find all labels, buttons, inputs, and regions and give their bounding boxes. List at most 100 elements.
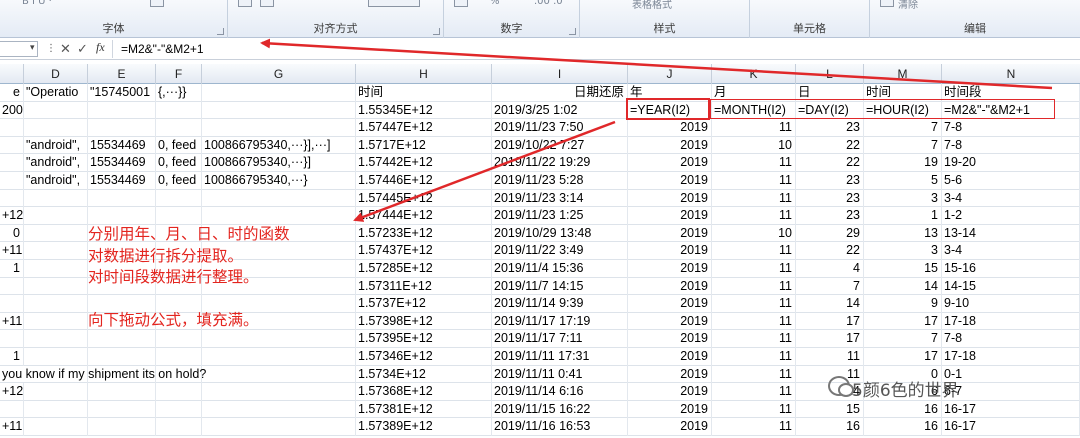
cell-l[interactable]: 4 bbox=[796, 260, 864, 278]
cell-i[interactable]: 2019/11/23 7:50 bbox=[492, 119, 628, 137]
cell-c[interactable]: 200 bbox=[0, 101, 24, 120]
cell-n[interactable]: 6-7 bbox=[942, 383, 1080, 401]
cell-d[interactable] bbox=[24, 312, 88, 331]
column-header-L[interactable]: L bbox=[796, 64, 864, 84]
cell-m[interactable]: 19 bbox=[864, 154, 942, 172]
cell-m[interactable]: 17 bbox=[864, 312, 942, 331]
cell-h[interactable]: 1.57447E+12 bbox=[356, 119, 492, 137]
cell-m[interactable]: 5 bbox=[864, 172, 942, 190]
cell-h[interactable]: 1.5734E+12 bbox=[356, 365, 492, 384]
cell-i[interactable]: 2019/11/15 16:22 bbox=[492, 400, 628, 419]
cell-d[interactable] bbox=[24, 189, 88, 208]
number-dialog-launcher-icon[interactable] bbox=[569, 28, 576, 35]
cell-m[interactable]: 17 bbox=[864, 348, 942, 366]
cell-d[interactable] bbox=[24, 242, 88, 260]
font-dialog-launcher-icon[interactable] bbox=[217, 28, 224, 35]
cell-f[interactable] bbox=[156, 330, 202, 348]
cell-j[interactable]: 2019 bbox=[628, 312, 712, 331]
cell-h[interactable]: 1.57233E+12 bbox=[356, 224, 492, 243]
cell-j[interactable]: 2019 bbox=[628, 242, 712, 260]
cell-h[interactable]: 1.57445E+12 bbox=[356, 189, 492, 208]
cell-c[interactable]: +12 bbox=[0, 207, 24, 225]
cell-k[interactable]: 11 bbox=[712, 418, 796, 436]
clear-button[interactable]: 清除 bbox=[898, 0, 918, 11]
merge-center-icon[interactable] bbox=[368, 0, 420, 7]
cell-d[interactable] bbox=[24, 295, 88, 313]
cell-e[interactable] bbox=[88, 119, 156, 137]
cell-g[interactable] bbox=[202, 207, 356, 225]
cell-i[interactable]: 2019/11/17 7:11 bbox=[492, 330, 628, 348]
cell-c[interactable] bbox=[0, 189, 24, 208]
cell-i[interactable]: 2019/11/17 17:19 bbox=[492, 312, 628, 331]
cell-d[interactable]: "android", bbox=[24, 154, 88, 172]
cell-e[interactable] bbox=[88, 330, 156, 348]
decimal-icon[interactable]: .00 .0 bbox=[534, 0, 563, 7]
cell-k[interactable]: 11 bbox=[712, 172, 796, 190]
cell-h[interactable]: 1.57395E+12 bbox=[356, 330, 492, 348]
cell-g[interactable] bbox=[202, 418, 356, 436]
cell-h[interactable]: 1.57381E+12 bbox=[356, 400, 492, 419]
cell-h[interactable]: 1.5717E+12 bbox=[356, 136, 492, 155]
name-box-dropdown-icon[interactable]: ▾ bbox=[30, 42, 35, 53]
cell-c[interactable]: +11 bbox=[0, 242, 24, 260]
cell-e[interactable]: "15745001 bbox=[88, 84, 156, 102]
cell-k[interactable]: 11 bbox=[712, 189, 796, 208]
insert-function-button[interactable]: fx bbox=[96, 40, 105, 55]
cell-j[interactable]: 2019 bbox=[628, 224, 712, 243]
column-header-K[interactable]: K bbox=[712, 64, 796, 84]
column-header-N[interactable]: N bbox=[942, 64, 1080, 84]
cell-n[interactable]: 7-8 bbox=[942, 136, 1080, 155]
cell-e[interactable] bbox=[88, 207, 156, 225]
cell-e[interactable] bbox=[88, 101, 156, 120]
cell-i[interactable]: 2019/11/4 15:36 bbox=[492, 260, 628, 278]
cell-f[interactable] bbox=[156, 207, 202, 225]
cell-n[interactable]: 3-4 bbox=[942, 242, 1080, 260]
cell-i[interactable]: 2019/10/22 7:27 bbox=[492, 136, 628, 155]
cell-k[interactable]: 11 bbox=[712, 154, 796, 172]
enter-icon[interactable]: ✓ bbox=[77, 41, 88, 57]
alignment-dialog-launcher-icon[interactable] bbox=[433, 28, 440, 35]
cell-e[interactable] bbox=[88, 400, 156, 419]
cell-e[interactable]: 15534469 bbox=[88, 154, 156, 172]
column-header-F[interactable]: F bbox=[156, 64, 202, 84]
cell-n[interactable]: 7-8 bbox=[942, 119, 1080, 137]
cell-g[interactable] bbox=[202, 383, 356, 401]
cell-m[interactable]: 14 bbox=[864, 277, 942, 296]
cell-g[interactable] bbox=[202, 189, 356, 208]
cell-m[interactable]: 7 bbox=[864, 136, 942, 155]
cell-i[interactable]: 2019/11/23 1:25 bbox=[492, 207, 628, 225]
cell-c[interactable] bbox=[0, 400, 24, 419]
cell-g[interactable] bbox=[202, 330, 356, 348]
cell-l[interactable]: 23 bbox=[796, 189, 864, 208]
cell-n[interactable]: 19-20 bbox=[942, 154, 1080, 172]
cell-l[interactable]: 29 bbox=[796, 224, 864, 243]
cell-h[interactable]: 1.57442E+12 bbox=[356, 154, 492, 172]
column-header-I[interactable]: I bbox=[492, 64, 628, 84]
cell-n[interactable]: 15-16 bbox=[942, 260, 1080, 278]
cell-l[interactable]: 11 bbox=[796, 348, 864, 366]
cell-f[interactable]: 0, feed bbox=[156, 154, 202, 172]
cell-k[interactable]: 11 bbox=[712, 277, 796, 296]
cell-m[interactable]: 7 bbox=[864, 330, 942, 348]
cell-h[interactable]: 1.57437E+12 bbox=[356, 242, 492, 260]
cell-n[interactable]: 16-17 bbox=[942, 400, 1080, 419]
cell-l[interactable]: 22 bbox=[796, 242, 864, 260]
cell-m[interactable]: 7 bbox=[864, 119, 942, 137]
cell-f[interactable] bbox=[156, 119, 202, 137]
cell-l[interactable]: 23 bbox=[796, 172, 864, 190]
cancel-icon[interactable]: ✕ bbox=[60, 41, 71, 57]
format-as-table-button[interactable]: 表格格式 bbox=[632, 0, 672, 11]
cell-k[interactable]: 11 bbox=[712, 207, 796, 225]
cell-e[interactable] bbox=[88, 189, 156, 208]
cell-h[interactable]: 1.57311E+12 bbox=[356, 277, 492, 296]
cell-d[interactable] bbox=[24, 207, 88, 225]
column-header-E[interactable]: E bbox=[88, 64, 156, 84]
cell-f[interactable] bbox=[156, 348, 202, 366]
cell-c[interactable]: you know if my shipment its on hold? bbox=[0, 365, 356, 384]
cell-k[interactable]: 11 bbox=[712, 348, 796, 366]
cell-e[interactable] bbox=[88, 418, 156, 436]
cell-d[interactable]: "android", bbox=[24, 172, 88, 190]
cell-l[interactable]: 22 bbox=[796, 136, 864, 155]
cell-j[interactable]: 2019 bbox=[628, 348, 712, 366]
cell-c[interactable] bbox=[0, 172, 24, 190]
